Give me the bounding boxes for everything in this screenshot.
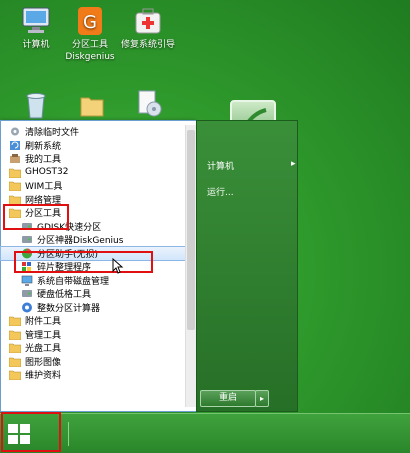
calc-icon [21, 302, 33, 313]
menu-item[interactable]: 图形图像 [1, 355, 196, 369]
computer-icon [22, 7, 50, 33]
scrollbar-thumb[interactable] [187, 130, 195, 330]
repair-boot-icon [135, 8, 161, 34]
menu-item[interactable]: 我的工具 [1, 152, 196, 166]
disk-icon [21, 234, 33, 245]
menu-item[interactable]: 附件工具 [1, 314, 196, 328]
refresh-icon [9, 140, 21, 151]
menu-item[interactable]: 维护资料 [1, 368, 196, 382]
menu-item-label: 光盘工具 [25, 344, 62, 355]
menu-item[interactable]: 清除临时文件 [1, 125, 196, 139]
menu-item-label: 附件工具 [25, 317, 62, 328]
annotation-box-partition-assistant [14, 251, 153, 273]
partition-tool-icon: G [78, 7, 102, 35]
document-icon [138, 90, 162, 117]
menu-item[interactable]: 管理工具 [1, 328, 196, 342]
menu-item-label: 图形图像 [25, 357, 62, 368]
folder-icon [80, 97, 104, 117]
menu-item[interactable]: WIM工具 [1, 179, 196, 193]
start-right-pane: 计算机 ▸ 运行... [196, 120, 298, 412]
menu-item[interactable]: 光盘工具 [1, 341, 196, 355]
right-item-run[interactable]: 运行... [207, 185, 234, 198]
menu-item-label: 管理工具 [25, 330, 62, 341]
desktop-icon-document[interactable] [112, 88, 184, 123]
computer-icon [21, 275, 33, 286]
desktop-icon-label: 修复系统引导 [120, 40, 175, 50]
menu-item-label: 硬盘低格工具 [37, 290, 92, 301]
mouse-cursor-icon [112, 258, 124, 274]
menu-item-label: WIM工具 [25, 182, 63, 193]
folder-icon [8, 369, 22, 381]
folder-icon [8, 356, 22, 368]
folder-icon [8, 329, 22, 341]
menu-item[interactable]: 系统自带磁盘管理 [1, 274, 196, 288]
annotation-box-partition-tools [3, 204, 69, 230]
menu-item[interactable]: 整数分区计算器 [1, 301, 196, 315]
menu-item[interactable]: 硬盘低格工具 [1, 287, 196, 301]
taskbar [0, 413, 410, 453]
annotation-box-start-button [1, 412, 61, 452]
folder-icon [8, 342, 22, 354]
shutdown-options-button[interactable]: ▸ [255, 390, 269, 407]
menu-item[interactable]: 刷新系统 [1, 139, 196, 153]
tools-icon [9, 153, 21, 164]
gear-icon [9, 126, 21, 137]
folder-icon [8, 167, 22, 179]
menu-item-label: 整数分区计算器 [37, 303, 101, 314]
folder-icon [8, 180, 22, 192]
folder-icon [8, 315, 22, 327]
disk-icon [21, 288, 33, 299]
right-item-label: 运行... [207, 188, 234, 198]
right-item-label: 计算机 [207, 162, 235, 172]
restart-button[interactable]: 重启 [200, 390, 256, 407]
menu-item[interactable]: 分区神器DiskGenius [1, 233, 196, 247]
menu-item-label: GHOST32 [25, 167, 69, 178]
svg-text:G: G [83, 12, 97, 33]
menu-item-label: 刷新系统 [25, 141, 62, 152]
menu-item[interactable]: GHOST32 [1, 166, 196, 180]
menu-item-label: 清除临时文件 [25, 128, 80, 139]
recycle-bin-icon [26, 93, 46, 119]
taskbar-divider [68, 422, 69, 446]
right-item-computer[interactable]: 计算机 [207, 159, 234, 172]
menu-item-label: 分区神器DiskGenius [37, 236, 124, 247]
menu-item-label: 维护资料 [25, 371, 62, 382]
menu-item-label: 我的工具 [25, 155, 62, 166]
desktop-icon-repair-boot[interactable]: 修复系统引导 [112, 6, 184, 51]
programs-scrollbar[interactable] [185, 125, 196, 407]
chevron-right-icon: ▸ [291, 159, 296, 169]
menu-item-label: 系统自带磁盘管理 [37, 276, 110, 287]
